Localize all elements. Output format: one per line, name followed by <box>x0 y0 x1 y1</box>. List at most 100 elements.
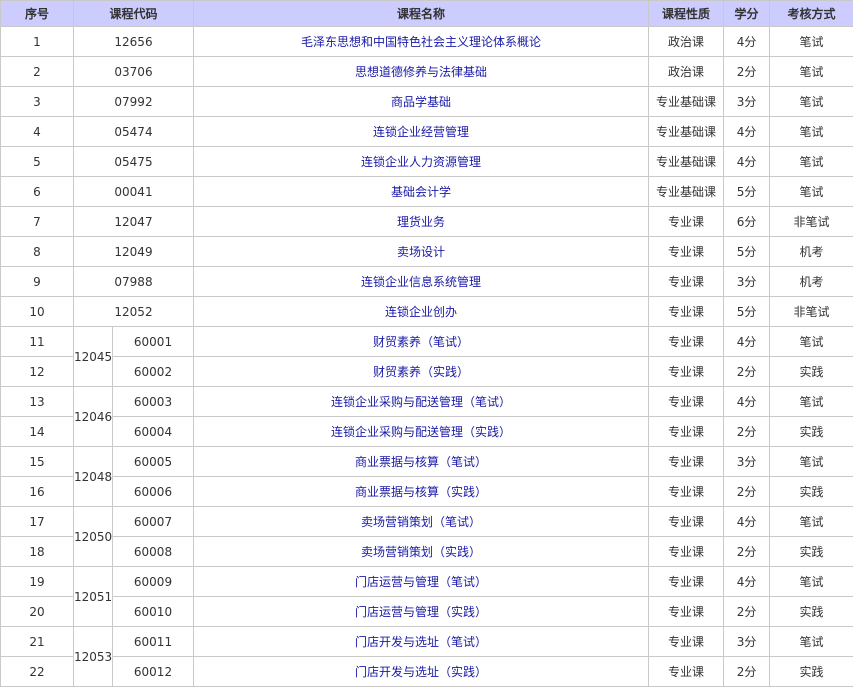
exam-method: 笔试 <box>769 86 853 117</box>
course-name-link[interactable]: 基础会计学 <box>391 185 451 199</box>
course-name-link[interactable]: 商业票据与核算（笔试） <box>355 455 487 469</box>
course-name-link[interactable]: 门店开发与选址（笔试） <box>355 635 487 649</box>
course-code: 60012 <box>111 656 195 687</box>
course-name-link[interactable]: 财贸素养（实践） <box>373 365 469 379</box>
exam-method: 笔试 <box>769 176 853 207</box>
table-row: 8 12049 卖场设计 专业课 5分 机考 <box>0 236 853 267</box>
exam-method: 笔试 <box>769 566 853 597</box>
course-type: 专业课 <box>648 326 725 357</box>
course-type: 专业课 <box>648 236 725 267</box>
course-code: 60007 <box>111 506 195 537</box>
course-credit: 4分 <box>723 386 771 417</box>
course-code: 60011 <box>111 626 195 657</box>
row-number: 11 <box>0 326 74 357</box>
course-code: 60004 <box>111 416 195 447</box>
table-header-row: 序号 课程代码 课程名称 课程性质 学分 考核方式 <box>0 0 853 27</box>
exam-method: 实践 <box>769 536 853 567</box>
header-code: 课程代码 <box>72 0 195 27</box>
header-no: 序号 <box>0 0 74 27</box>
table-row: 2 03706 思想道德修养与法律基础 政治课 2分 笔试 <box>0 56 853 87</box>
course-code: 03706 <box>72 56 195 87</box>
course-type: 专业基础课 <box>648 86 725 117</box>
row-number: 15 <box>0 446 74 477</box>
row-number: 14 <box>0 416 74 447</box>
course-code: 60005 <box>111 446 195 477</box>
course-name-link[interactable]: 连锁企业采购与配送管理（实践） <box>331 425 511 439</box>
course-name-cell: 门店开发与选址（笔试） <box>193 626 650 657</box>
table-row: 10 12052 连锁企业创办 专业课 5分 非笔试 <box>0 296 853 327</box>
course-name-link[interactable]: 卖场设计 <box>397 245 445 259</box>
course-name-link[interactable]: 卖场营销策划（实践） <box>361 545 481 559</box>
course-name-cell: 商品学基础 <box>193 86 650 117</box>
course-type: 专业课 <box>648 296 725 327</box>
table-row: 22 60012 门店开发与选址（实践） 专业课 2分 实践 <box>0 656 853 687</box>
row-number: 18 <box>0 536 74 567</box>
course-name-link[interactable]: 连锁企业人力资源管理 <box>361 155 481 169</box>
course-type: 政治课 <box>648 56 725 87</box>
course-name-cell: 连锁企业信息系统管理 <box>193 266 650 297</box>
course-credit: 4分 <box>723 146 771 177</box>
course-type: 政治课 <box>648 26 725 57</box>
course-credit: 2分 <box>723 596 771 627</box>
row-number: 13 <box>0 386 74 417</box>
course-code: 12047 <box>72 206 195 237</box>
course-code: 60002 <box>111 356 195 387</box>
exam-method: 机考 <box>769 266 853 297</box>
course-code: 12656 <box>72 26 195 57</box>
exam-method: 笔试 <box>769 326 853 357</box>
course-type: 专业课 <box>648 596 725 627</box>
row-number: 7 <box>0 206 74 237</box>
exam-method: 笔试 <box>769 506 853 537</box>
course-code: 60010 <box>111 596 195 627</box>
course-name-cell: 门店运营与管理（笔试） <box>193 566 650 597</box>
exam-method: 实践 <box>769 476 853 507</box>
table-row: 6 00041 基础会计学 专业基础课 5分 笔试 <box>0 176 853 207</box>
course-type: 专业基础课 <box>648 176 725 207</box>
course-credit: 3分 <box>723 626 771 657</box>
row-number: 12 <box>0 356 74 387</box>
course-code: 07992 <box>72 86 195 117</box>
course-name-link[interactable]: 财贸素养（笔试） <box>373 335 469 349</box>
exam-method: 笔试 <box>769 116 853 147</box>
course-name-link[interactable]: 理货业务 <box>397 215 445 229</box>
course-name-cell: 门店开发与选址（实践） <box>193 656 650 687</box>
course-credit: 4分 <box>723 506 771 537</box>
table-row: 15 12048 60005 商业票据与核算（笔试） 专业课 3分 笔试 <box>0 446 853 507</box>
course-name-cell: 门店运营与管理（实践） <box>193 596 650 627</box>
course-code: 12049 <box>72 236 195 267</box>
exam-method: 实践 <box>769 356 853 387</box>
course-name-link[interactable]: 卖场营销策划（笔试） <box>361 515 481 529</box>
group-code: 12045 <box>73 326 113 387</box>
exam-method: 笔试 <box>769 626 853 657</box>
course-name-link[interactable]: 连锁企业采购与配送管理（笔试） <box>331 395 511 409</box>
course-name-link[interactable]: 商品学基础 <box>391 95 451 109</box>
course-name-link[interactable]: 连锁企业信息系统管理 <box>361 275 481 289</box>
course-name-link[interactable]: 门店运营与管理（实践） <box>355 605 487 619</box>
course-credit: 3分 <box>723 86 771 117</box>
course-type: 专业课 <box>648 356 725 387</box>
course-name-link[interactable]: 连锁企业经营管理 <box>373 125 469 139</box>
exam-method: 机考 <box>769 236 853 267</box>
course-name-cell: 商业票据与核算（实践） <box>193 476 650 507</box>
course-name-link[interactable]: 思想道德修养与法律基础 <box>355 65 487 79</box>
course-name-cell: 财贸素养（实践） <box>193 356 650 387</box>
course-credit: 2分 <box>723 476 771 507</box>
course-name-link[interactable]: 商业票据与核算（实践） <box>355 485 487 499</box>
exam-method: 笔试 <box>769 146 853 177</box>
course-credit: 3分 <box>723 446 771 477</box>
course-code: 60006 <box>111 476 195 507</box>
course-credit: 2分 <box>723 416 771 447</box>
course-name-link[interactable]: 毛泽东思想和中国特色社会主义理论体系概论 <box>301 35 541 49</box>
group-code: 12046 <box>73 386 113 447</box>
course-name-cell: 毛泽东思想和中国特色社会主义理论体系概论 <box>193 26 650 57</box>
course-name-link[interactable]: 门店开发与选址（实践） <box>355 665 487 679</box>
course-name-cell: 商业票据与核算（笔试） <box>193 446 650 477</box>
course-table: 序号 课程代码 课程名称 课程性质 学分 考核方式 1 12656 毛泽东思想和中国… <box>0 0 853 687</box>
table-row: 1 12656 毛泽东思想和中国特色社会主义理论体系概论 政治课 4分 笔试 <box>0 26 853 57</box>
course-type: 专业基础课 <box>648 116 725 147</box>
row-number: 9 <box>0 266 74 297</box>
row-number: 8 <box>0 236 74 267</box>
course-name-link[interactable]: 门店运营与管理（笔试） <box>355 575 487 589</box>
course-name-cell: 财贸素养（笔试） <box>193 326 650 357</box>
course-name-link[interactable]: 连锁企业创办 <box>385 305 457 319</box>
